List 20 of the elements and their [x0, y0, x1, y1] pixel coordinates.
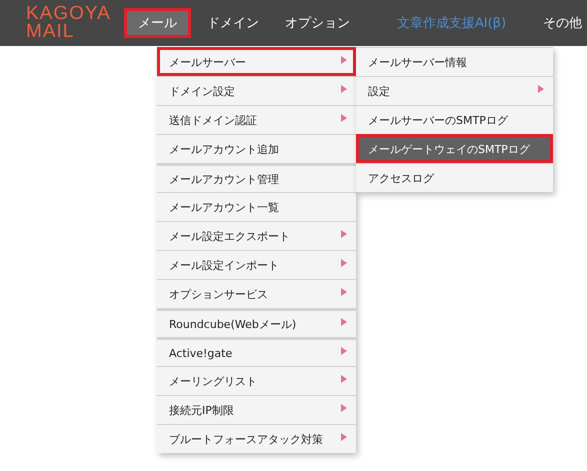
- menu-item[interactable]: 接続元IP制限: [157, 395, 356, 424]
- menu-item[interactable]: メーリングリスト: [157, 366, 356, 395]
- menu-item[interactable]: メールゲートウェイのSMTPログ: [356, 134, 553, 163]
- menu-item[interactable]: 設定: [356, 76, 553, 105]
- menu-item[interactable]: メールアカウント一覧: [157, 192, 356, 221]
- nav-tab[interactable]: メール: [124, 8, 191, 38]
- menu-item[interactable]: Active!gate: [157, 337, 356, 366]
- menu-item[interactable]: オプションサービス: [157, 279, 356, 308]
- menu-item[interactable]: メール設定インポート: [157, 250, 356, 279]
- menu-item[interactable]: ブルートフォースアタック対策: [157, 424, 356, 453]
- menu-item[interactable]: アクセスログ: [356, 163, 553, 192]
- nav-tab[interactable]: オプション: [274, 0, 360, 46]
- logo-text: KAGOYA: [26, 5, 111, 23]
- menu-item[interactable]: メールサーバー情報: [356, 47, 553, 76]
- nav-tab[interactable]: その他: [533, 0, 587, 46]
- nav-tab[interactable]: ドメイン: [196, 0, 269, 46]
- logo-text: MAIL: [26, 23, 74, 41]
- menu-item[interactable]: メール設定エクスポート: [157, 221, 356, 250]
- menu-item[interactable]: メールサーバー: [157, 47, 356, 76]
- menu-item[interactable]: Roundcube(Webメール): [157, 308, 356, 337]
